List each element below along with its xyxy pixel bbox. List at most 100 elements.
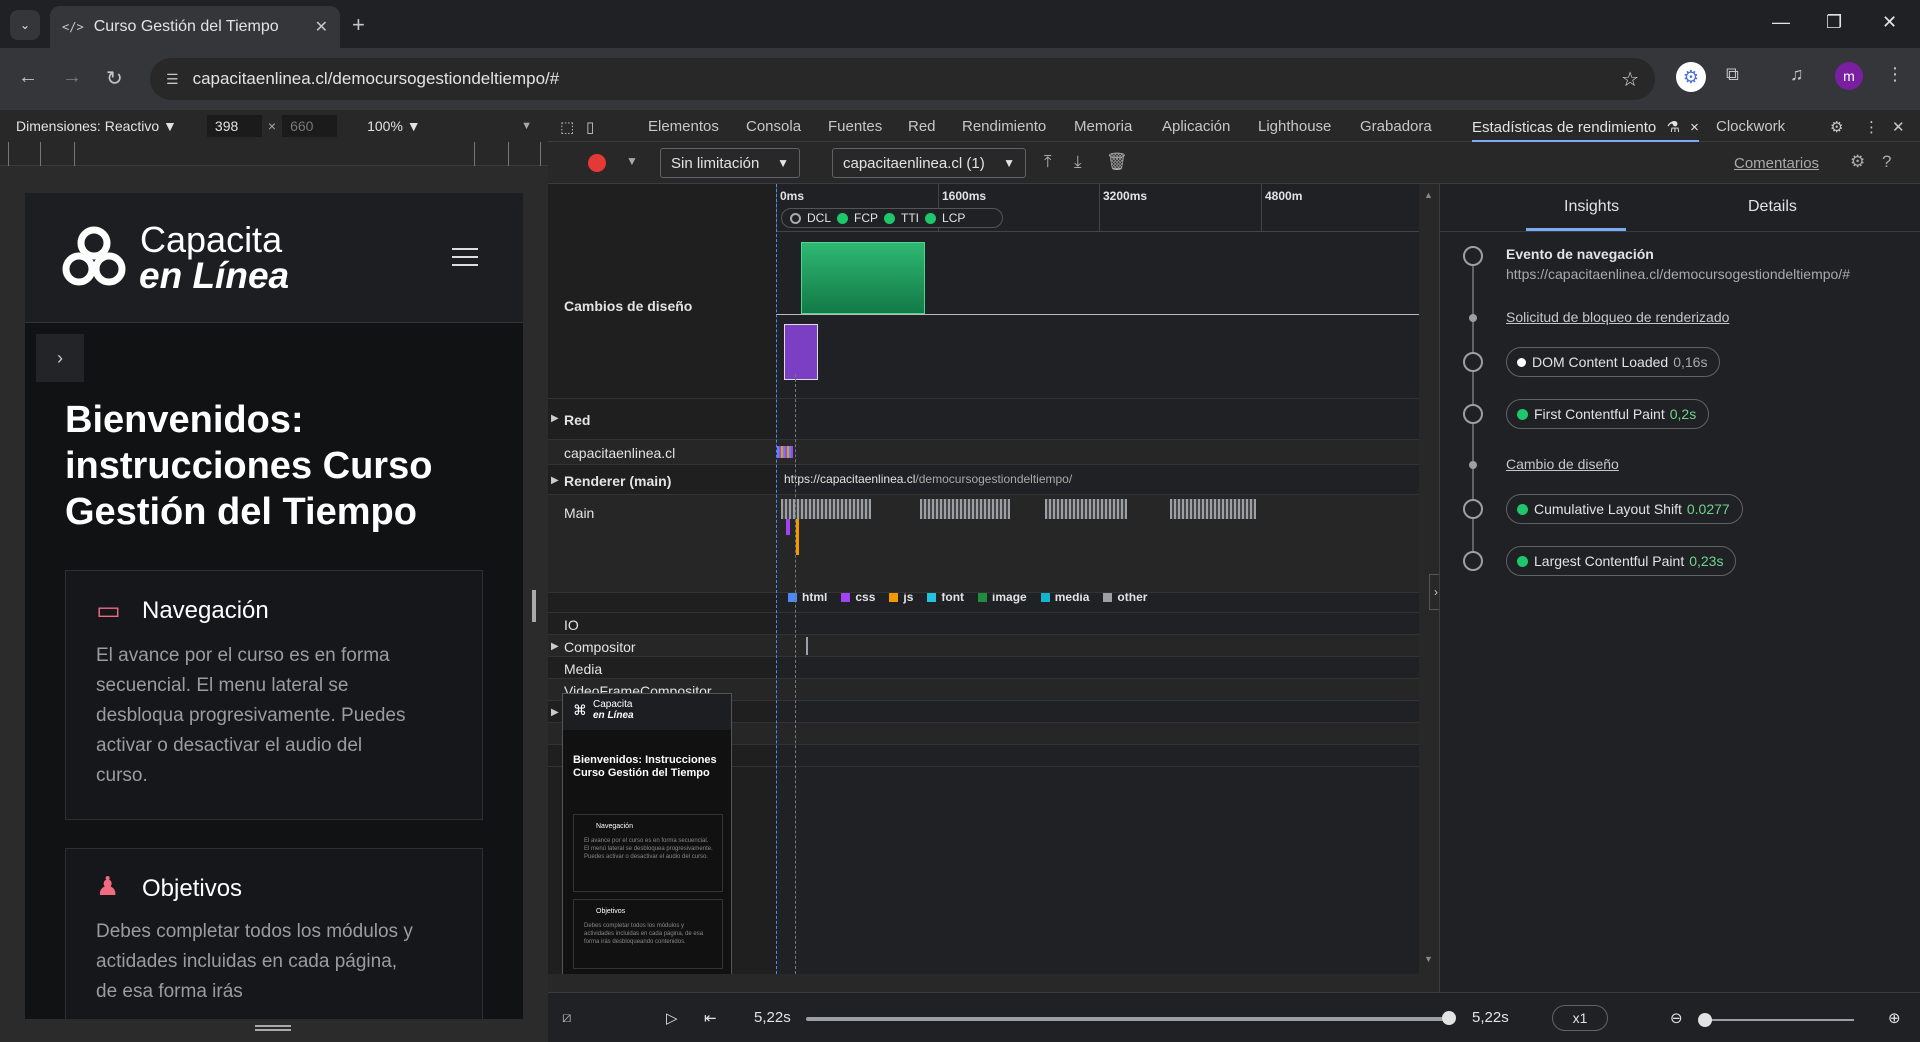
fcp-pill[interactable]: First Contentful Paint 0,2s [1506, 399, 1710, 429]
tab-consola[interactable]: Consola [746, 118, 801, 135]
fcp-marker [837, 212, 849, 224]
layout-shift-track[interactable]: Cambios de diseño [548, 232, 1419, 399]
layout-shift-link[interactable]: Cambio de diseño [1506, 456, 1619, 472]
address-bar[interactable]: ☰ capacitaenlinea.cl/democursogestiondel… [150, 58, 1655, 100]
network-track[interactable]: ▶ Red [548, 399, 1419, 440]
thumb-logo-text: Capacita [593, 699, 633, 710]
download-icon[interactable]: ⤓ [1074, 152, 1082, 172]
time-slider[interactable] [806, 1017, 1450, 1021]
compositor-track[interactable]: ▶ Compositor [548, 635, 1419, 657]
main-task-purple[interactable] [786, 519, 790, 535]
main-task-orange[interactable] [796, 519, 799, 555]
zoom-slider-knob[interactable] [1698, 1013, 1712, 1027]
dcl-value: 0,16s [1673, 354, 1708, 370]
throttle-dropdown[interactable]: Sin limitación ▼ [660, 148, 800, 178]
bottom-resize-handle[interactable] [255, 1025, 291, 1031]
media-track[interactable]: Media [548, 657, 1419, 679]
close-tab-icon[interactable]: ✕ [315, 17, 328, 37]
tab-clockwork[interactable]: Clockwork [1716, 118, 1785, 135]
playback-speed-button[interactable]: x1 [1552, 1005, 1608, 1031]
comments-link[interactable]: Comentarios [1734, 155, 1819, 172]
compositor-task[interactable] [806, 637, 808, 655]
io-track[interactable]: IO [548, 613, 1419, 635]
time-slider-knob[interactable] [1442, 1011, 1456, 1025]
tab-aplicacion[interactable]: Aplicación [1162, 118, 1230, 135]
track-label: Main [564, 505, 595, 521]
record-button[interactable] [588, 154, 606, 172]
close-window-icon[interactable]: ✕ [1882, 12, 1897, 33]
renderer-track[interactable]: ▶ Renderer (main) https://capacitaenline… [548, 465, 1419, 495]
bookmark-star-icon[interactable]: ☆ [1621, 67, 1639, 92]
close-devtools-icon[interactable]: ✕ [1892, 118, 1905, 136]
sidebar-toggle-chevron-icon[interactable]: › [36, 334, 84, 382]
network-host-row[interactable]: capacitaenlinea.cl [548, 440, 1419, 465]
page-markers[interactable]: DCL FCP TTI LCP [781, 208, 1003, 228]
zoom-slider[interactable] [1704, 1019, 1854, 1021]
viewport-width-input[interactable] [206, 115, 262, 137]
skip-start-icon[interactable]: ⇤ [704, 1009, 717, 1027]
media-control-icon[interactable]: ♫ [1790, 64, 1804, 85]
menu-kebab-icon[interactable]: ⋮ [1886, 64, 1904, 85]
profile-avatar[interactable]: m [1835, 62, 1863, 90]
restore-icon[interactable]: ❐ [1826, 12, 1842, 33]
tab-memoria[interactable]: Memoria [1074, 118, 1132, 135]
screenshots-off-icon[interactable]: ⧄ [562, 1009, 572, 1026]
tab-grabadora[interactable]: Grabadora [1360, 118, 1432, 135]
network-requests[interactable] [777, 446, 793, 458]
cls-pill[interactable]: Cumulative Layout Shift 0.0277 [1506, 494, 1743, 524]
tti-marker [884, 212, 896, 224]
main-thread-row[interactable]: Main [548, 495, 1419, 593]
dcl-pill[interactable]: DOM Content Loaded 0,16s [1506, 347, 1721, 377]
settings-gear-icon[interactable]: ⚙ [1830, 118, 1843, 136]
play-icon[interactable]: ▷ [666, 1009, 678, 1027]
url-text[interactable]: capacitaenlinea.cl/democursogestiondelti… [193, 69, 1622, 89]
render-blocking-link[interactable]: Solicitud de bloqueo de renderizado [1506, 309, 1729, 325]
site-info-icon[interactable]: ☰ [166, 71, 179, 88]
settings-gear-icon[interactable]: ⚙ [1850, 152, 1865, 172]
recording-dropdown[interactable]: capacitaenlinea.cl (1) ▼ [832, 148, 1026, 178]
fcp-dot [1517, 408, 1528, 420]
reload-icon[interactable]: ↻ [106, 66, 123, 91]
forward-icon[interactable]: → [62, 66, 82, 89]
minimize-icon[interactable]: — [1772, 12, 1790, 33]
zoom-out-icon[interactable]: ⊖ [1670, 1009, 1683, 1027]
lcp-highlight-block[interactable] [801, 242, 925, 314]
panel-resize-handle[interactable] [532, 590, 536, 622]
viewport-height-input[interactable] [282, 115, 338, 137]
tab-rendimiento[interactable]: Rendimiento [962, 118, 1046, 135]
track-label: Media [564, 661, 603, 677]
dimensions-dropdown[interactable]: Dimensiones: Reactivo ▼ [16, 118, 177, 134]
tab-search-button[interactable]: ⌄ [10, 10, 40, 40]
timeline-horizontal-scrollbar[interactable] [548, 974, 1419, 992]
tab-details[interactable]: Details [1748, 198, 1797, 216]
main-task-2[interactable] [920, 499, 1010, 519]
upload-icon[interactable]: ⤒ [1044, 152, 1052, 172]
time-ruler: 0ms 1600ms 3200ms 4800m DCL FCP TTI LCP [776, 184, 1419, 232]
tab-lighthouse[interactable]: Lighthouse [1258, 118, 1331, 135]
tab-fuentes[interactable]: Fuentes [828, 118, 882, 135]
inspect-element-icon[interactable]: ⬚ [560, 118, 574, 136]
lcp-pill[interactable]: Largest Contentful Paint 0,23s [1506, 546, 1737, 576]
devtools-menu-icon[interactable]: ⋮ [1864, 118, 1879, 136]
main-task-3[interactable] [1045, 499, 1127, 519]
layout-shift-block[interactable] [784, 324, 818, 380]
hamburger-menu-icon[interactable] [452, 248, 478, 266]
browser-tab[interactable]: </> Curso Gestión del Tiempo ✕ [50, 6, 340, 48]
trash-icon[interactable]: 🗑 [1106, 152, 1128, 172]
back-icon[interactable]: ← [18, 66, 38, 89]
record-options-chevron-icon[interactable]: ▼ [626, 154, 638, 168]
help-icon[interactable]: ? [1882, 152, 1891, 172]
zoom-dropdown[interactable]: 100% ▼ [367, 118, 421, 134]
tab-estadisticas-rendimiento[interactable]: Estadísticas de rendimiento ⚗ × [1472, 118, 1699, 142]
extension-gear-icon[interactable]: ⚙ [1676, 62, 1706, 92]
close-tab-icon[interactable]: × [1690, 119, 1699, 136]
device-more-dropdown[interactable]: ▼ [521, 120, 532, 132]
tab-insights[interactable]: Insights [1564, 198, 1619, 216]
zoom-in-icon[interactable]: ⊕ [1888, 1009, 1901, 1027]
main-task-4[interactable] [1170, 499, 1256, 519]
new-tab-button[interactable]: + [352, 12, 365, 38]
tab-red[interactable]: Red [908, 118, 936, 135]
device-toggle-icon[interactable]: ▯ [586, 118, 594, 136]
extensions-puzzle-icon[interactable]: ⧉ [1726, 64, 1739, 85]
tab-elementos[interactable]: Elementos [648, 118, 719, 135]
